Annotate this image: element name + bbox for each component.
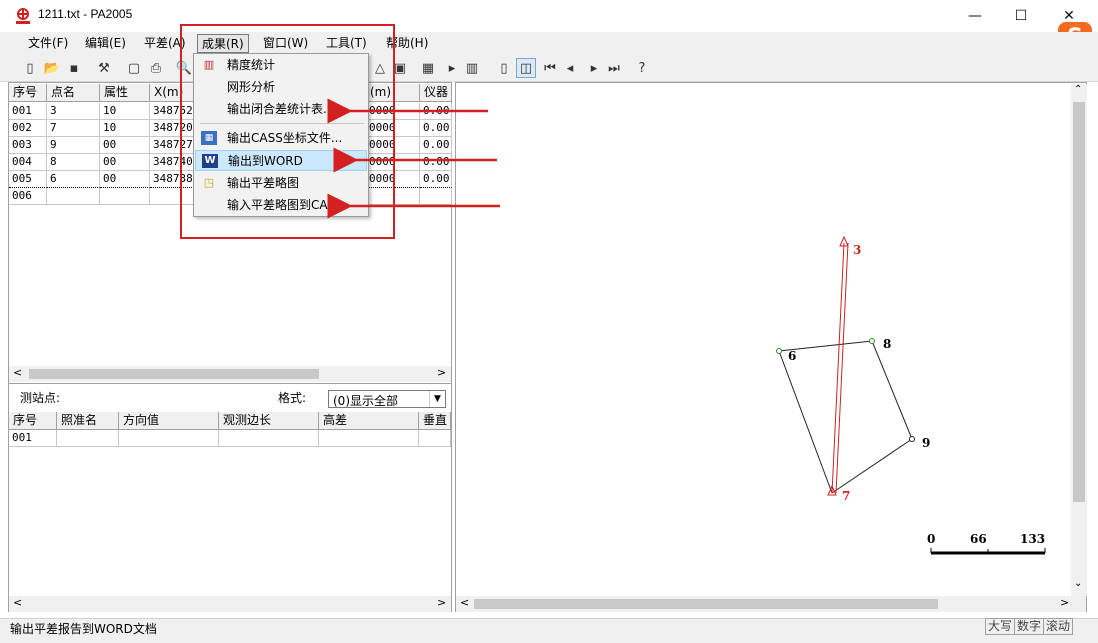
scale-label: 66 — [970, 532, 987, 546]
scale-label: 133 — [1020, 532, 1045, 546]
point-label-8: 8 — [883, 337, 891, 351]
point-markers — [776, 235, 915, 496]
status-message: 输出平差报告到WORD文档 — [10, 622, 157, 636]
scale-label: 0 — [927, 532, 935, 546]
point-label-3: 3 — [853, 243, 861, 257]
network-lines — [778, 242, 913, 494]
point-label-7: 7 — [842, 489, 850, 503]
point-label-9: 9 — [922, 436, 930, 450]
num-indicator: 数字 — [1014, 618, 1045, 635]
caps-indicator: 大写 — [985, 618, 1016, 635]
status-bar — [0, 618, 1098, 643]
diagram-svg: 3 7 6 8 9 0 66 133 — [776, 235, 1046, 555]
annotation-box — [180, 24, 395, 239]
scale-bar — [930, 548, 1046, 555]
point-label-6: 6 — [788, 349, 796, 363]
scroll-indicator: 滚动 — [1043, 618, 1074, 635]
